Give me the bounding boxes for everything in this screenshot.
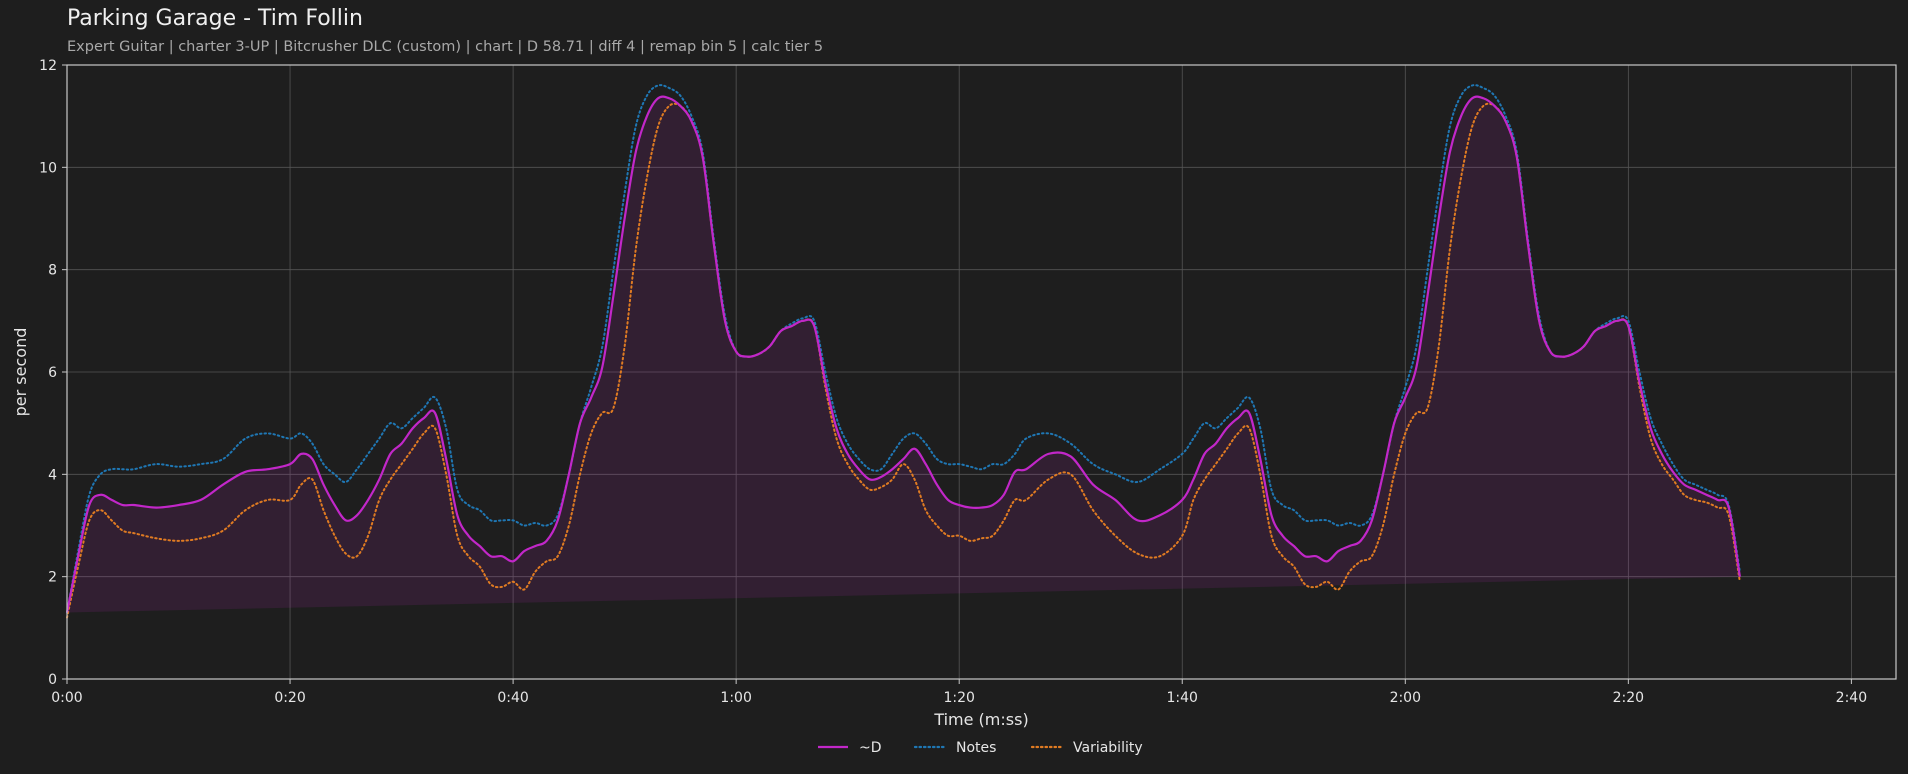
x-tick-label: 2:40 (1836, 690, 1867, 706)
x-tick-label: 0:00 (51, 690, 82, 706)
x-tick-label: 2:20 (1613, 690, 1644, 706)
legend-item-notes: Notes (913, 740, 996, 756)
y-tick-label: 12 (39, 58, 57, 74)
x-axis: 0:00 0:20 0:40 1:00 1:20 1:40 2:00 2:20 2:40 (51, 679, 1867, 706)
legend: ~D Notes Variability (818, 740, 1143, 756)
legend-item-variability: Variability (1030, 740, 1143, 756)
legend-item-d: ~D (818, 740, 882, 756)
y-tick-label: 10 (39, 160, 57, 176)
y-axis-label: per second (11, 328, 30, 417)
x-tick-label: 0:40 (497, 690, 528, 706)
x-tick-label: 0:20 (274, 690, 305, 706)
x-tick-label: 1:20 (943, 690, 974, 706)
x-tick-label: 2:00 (1390, 690, 1421, 706)
legend-label: Variability (1073, 740, 1143, 756)
legend-label: Notes (956, 740, 996, 756)
x-tick-label: 1:00 (720, 690, 751, 706)
y-tick-label: 0 (48, 672, 57, 688)
y-tick-label: 2 (48, 570, 57, 586)
y-axis: 0 2 4 6 8 10 12 (39, 58, 67, 688)
x-tick-label: 1:40 (1167, 690, 1198, 706)
legend-label: ~D (859, 740, 882, 756)
y-tick-label: 6 (48, 365, 57, 381)
y-tick-label: 4 (48, 467, 57, 483)
chart: 0:00 0:20 0:40 1:00 1:20 1:40 2:00 2:20 2:40 0 2 4… (11, 58, 1897, 756)
x-axis-label: Time (m:ss) (933, 710, 1028, 729)
y-tick-label: 8 (48, 263, 57, 279)
